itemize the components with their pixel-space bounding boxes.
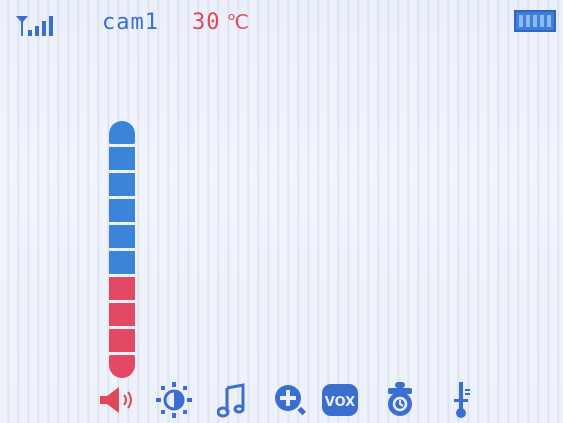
- volume-segment-red: [109, 355, 135, 378]
- volume-segment-blue: [109, 147, 135, 170]
- vox-button[interactable]: VOX: [321, 380, 359, 420]
- bottom-toolbar: VOX: [0, 380, 563, 423]
- lullaby-button[interactable]: [213, 380, 253, 420]
- volume-level-meter: [109, 121, 135, 378]
- music-note-icon: [217, 383, 245, 418]
- speaker-volume-icon: [100, 387, 132, 413]
- temperature-readout: 30 ℃: [192, 10, 249, 35]
- vox-label: VOX: [325, 395, 355, 410]
- signal-strength-icon: [16, 16, 53, 36]
- brightness-button[interactable]: [154, 380, 194, 420]
- volume-button[interactable]: [97, 380, 137, 420]
- volume-segment-red: [109, 277, 135, 300]
- battery-full-icon: [514, 10, 556, 32]
- volume-segment-blue: [109, 251, 135, 274]
- temperature-value: 30: [192, 10, 221, 35]
- zoom-in-icon: [275, 385, 306, 416]
- thermometer-icon: [454, 382, 470, 418]
- volume-segment-blue: [109, 199, 135, 222]
- temperature-unit: ℃: [226, 10, 249, 34]
- camera-name: cam1: [102, 10, 159, 35]
- volume-segment-red: [109, 329, 135, 352]
- volume-segment-blue: [109, 225, 135, 248]
- zoom-button[interactable]: [270, 380, 310, 420]
- volume-segment-red: [109, 303, 135, 326]
- feeding-timer-button[interactable]: [380, 380, 420, 420]
- volume-segment-blue: [109, 121, 135, 144]
- monitor-screen: cam1 30 ℃ VOX: [0, 0, 563, 423]
- feeding-bottle-icon: [388, 382, 412, 416]
- status-bar: cam1 30 ℃: [0, 0, 563, 36]
- volume-segment-blue: [109, 173, 135, 196]
- temperature-button[interactable]: [441, 380, 481, 420]
- vox-icon: VOX: [322, 384, 358, 416]
- brightness-icon: [156, 382, 192, 418]
